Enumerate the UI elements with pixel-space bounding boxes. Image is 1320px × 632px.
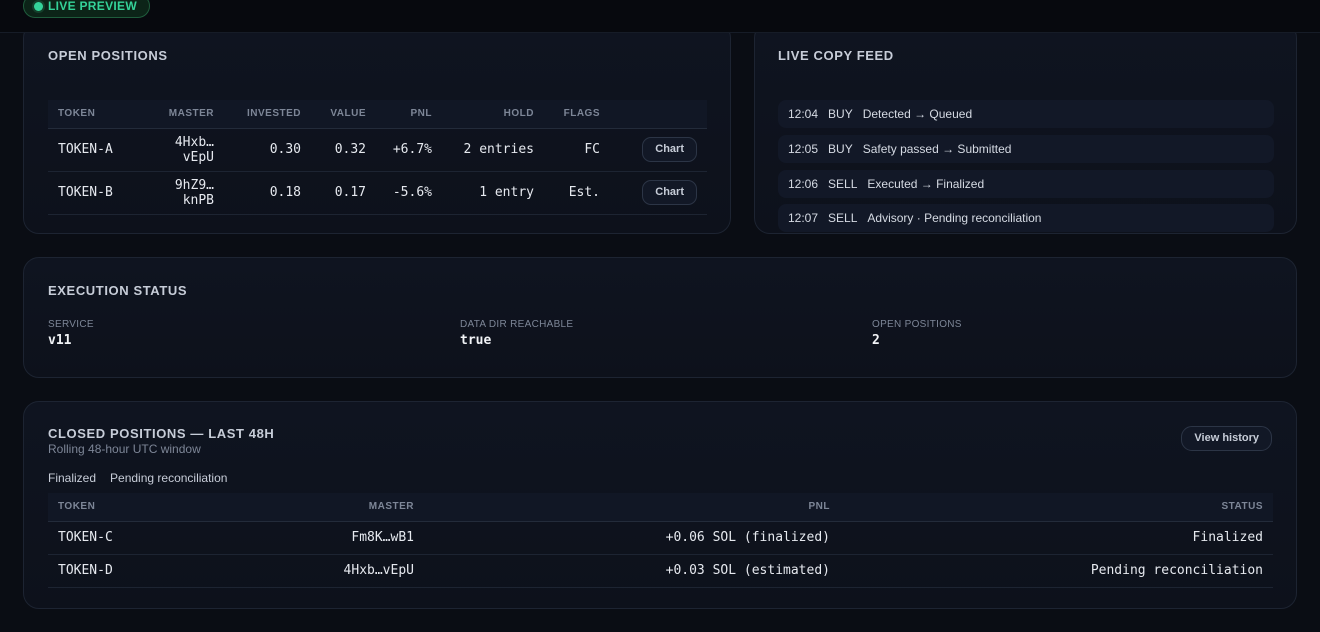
live-preview-badge: LIVE PREVIEW <box>23 0 150 18</box>
table-header-row: TOKEN MASTER INVESTED VALUE PNL HOLD FLA… <box>48 100 707 129</box>
col-invested: INVESTED <box>224 100 311 129</box>
chart-button[interactable]: Chart <box>642 180 697 205</box>
pnl-cell: +0.06 SOL (finalized) <box>424 521 840 555</box>
feed-time: 12:07 <box>788 211 819 226</box>
col-hold: HOLD <box>442 100 544 129</box>
top-bar: LIVE PREVIEW <box>0 0 1320 33</box>
execution-status-title: EXECUTION STATUS <box>48 283 188 298</box>
invested-cell: 0.30 <box>224 128 311 172</box>
hold-cell: 1 entry <box>442 171 544 215</box>
token-cell: TOKEN-D <box>48 554 168 588</box>
token-cell: TOKEN-B <box>48 171 138 215</box>
invested-cell: 0.18 <box>224 171 311 215</box>
execution-status-card: EXECUTION STATUS SERVICE v11 DATA DIR RE… <box>23 257 1297 378</box>
copy-feed-title: LIVE COPY FEED <box>778 48 894 63</box>
col-token: TOKEN <box>48 493 168 522</box>
chart-button[interactable]: Chart <box>642 137 697 162</box>
col-status: STATUS <box>840 493 1273 522</box>
status-cell: Pending reconciliation <box>840 554 1273 588</box>
list-item[interactable]: 12:04 BUY Detected → Queued <box>778 100 1274 128</box>
col-pnl: PNL <box>424 493 840 522</box>
view-history-button[interactable]: View history <box>1181 426 1272 451</box>
stat-label: DATA DIR REACHABLE <box>460 319 574 330</box>
closed-positions-title: CLOSED POSITIONS — LAST 48H <box>48 426 275 441</box>
table-row: TOKEN-D 4Hxb…vEpU +0.03 SOL (estimated) … <box>48 554 1273 588</box>
table-row: TOKEN-A 4Hxb…vEpU 0.30 0.32 +6.7% 2 entr… <box>48 128 707 172</box>
stat-service: SERVICE v11 <box>48 319 94 348</box>
open-positions-card: OPEN POSITIONS TOKEN MASTER INVESTED VAL… <box>23 22 731 234</box>
closed-positions-subtitle: Rolling 48-hour UTC window <box>48 442 201 456</box>
status-cell: Finalized <box>840 521 1273 555</box>
token-cell: TOKEN-C <box>48 521 168 555</box>
value-cell: 0.17 <box>311 171 376 215</box>
feed-side: SELL <box>828 176 858 191</box>
status-legend: Finalized Pending reconciliation <box>48 471 227 485</box>
closed-positions-table: TOKEN MASTER PNL STATUS TOKEN-C Fm8K…wB1… <box>48 493 1273 588</box>
master-cell: Fm8K…wB1 <box>168 521 424 555</box>
live-preview-label: LIVE PREVIEW <box>48 0 137 13</box>
stat-value: 2 <box>872 333 880 348</box>
feed-time: 12:05 <box>788 141 819 156</box>
actions-cell: Chart <box>610 128 707 172</box>
col-flags: FLAGS <box>544 100 610 129</box>
table-row: TOKEN-B 9hZ9…knPB 0.18 0.17 -5.6% 1 entr… <box>48 171 707 215</box>
list-item[interactable]: 12:07 SELL Advisory · Pending reconcilia… <box>778 204 1274 233</box>
copy-feed-list: 12:04 BUY Detected → Queued 12:05 BUY Sa… <box>778 100 1274 239</box>
actions-cell: Chart <box>610 171 707 215</box>
value-cell: 0.32 <box>311 128 376 172</box>
feed-side: BUY <box>828 107 853 121</box>
master-cell: 9hZ9…knPB <box>138 171 224 215</box>
legend-finalized: Finalized <box>48 471 97 485</box>
closed-positions-card: CLOSED POSITIONS — LAST 48H Rolling 48-h… <box>23 401 1297 609</box>
feed-status: Advisory · Pending reconciliation <box>867 211 1042 226</box>
table-header-row: TOKEN MASTER PNL STATUS <box>48 493 1273 522</box>
master-cell: 4Hxb…vEpU <box>168 554 424 588</box>
col-master: MASTER <box>138 100 224 129</box>
stat-value: true <box>460 333 492 348</box>
pnl-cell: +6.7% <box>376 128 442 172</box>
list-item[interactable]: 12:06 SELL Executed → Finalized <box>778 169 1274 198</box>
table-row: TOKEN-C Fm8K…wB1 +0.06 SOL (finalized) F… <box>48 521 1273 555</box>
stat-open-positions: OPEN POSITIONS 2 <box>872 319 962 348</box>
pnl-cell: +0.03 SOL (estimated) <box>424 554 840 588</box>
col-master: MASTER <box>168 493 424 522</box>
col-token: TOKEN <box>48 100 138 129</box>
feed-status: Safety passed → Submitted <box>862 141 1012 156</box>
feed-status: Executed → Finalized <box>867 176 985 191</box>
legend-pending: Pending reconciliation <box>110 471 228 485</box>
open-positions-title: OPEN POSITIONS <box>48 48 168 63</box>
flags-cell: Est. <box>544 171 610 215</box>
feed-side: BUY <box>828 141 853 156</box>
stat-label: SERVICE <box>48 319 94 330</box>
col-value: VALUE <box>311 100 376 129</box>
live-copy-feed-card: LIVE COPY FEED 12:04 BUY Detected → Queu… <box>754 22 1297 234</box>
master-cell: 4Hxb…vEpU <box>138 128 224 172</box>
feed-time: 12:04 <box>788 107 819 121</box>
feed-status: Detected → Queued <box>862 107 973 121</box>
pnl-cell: -5.6% <box>376 171 442 215</box>
list-item[interactable]: 12:05 BUY Safety passed → Submitted <box>778 134 1274 163</box>
col-actions <box>610 100 707 129</box>
token-cell: TOKEN-A <box>48 128 138 172</box>
stat-label: OPEN POSITIONS <box>872 319 962 330</box>
feed-side: SELL <box>828 211 858 226</box>
flags-cell: FC <box>544 128 610 172</box>
stat-value: v11 <box>48 333 72 348</box>
live-status-dot-icon <box>34 1 43 11</box>
stat-data-dir: DATA DIR REACHABLE true <box>460 319 573 348</box>
open-positions-table: TOKEN MASTER INVESTED VALUE PNL HOLD FLA… <box>48 100 707 215</box>
hold-cell: 2 entries <box>442 128 544 172</box>
feed-time: 12:06 <box>788 176 819 191</box>
col-pnl: PNL <box>376 100 442 129</box>
